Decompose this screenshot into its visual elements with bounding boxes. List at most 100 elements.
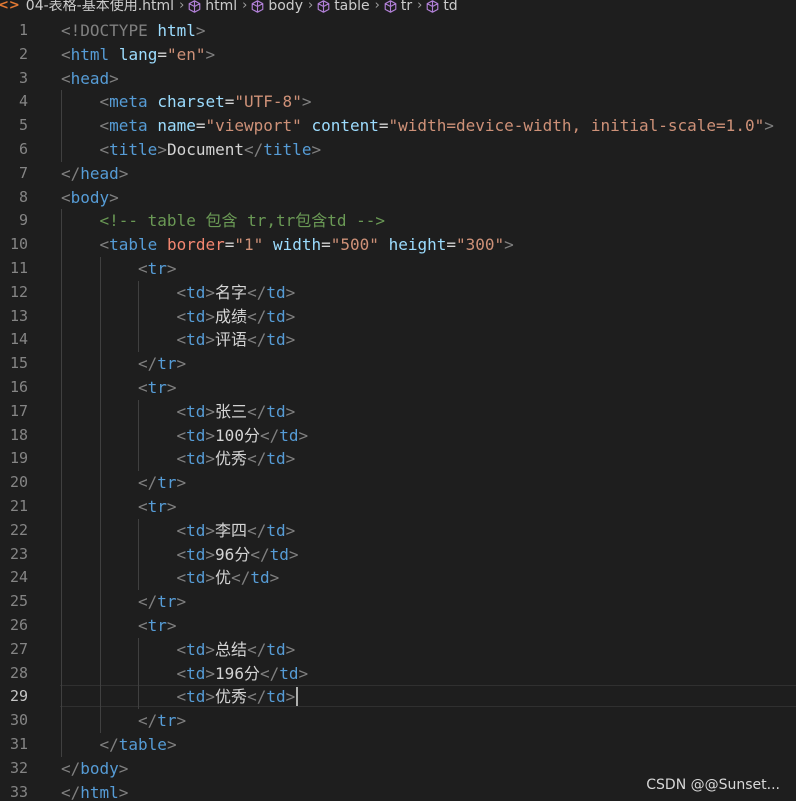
code-token: </	[61, 782, 81, 801]
line-number: 30	[9, 711, 28, 730]
code-line[interactable]: 24 <td>优</td>	[0, 566, 796, 590]
code-content: <table border="1" width="500" height="30…	[100, 233, 514, 257]
code-token: >	[205, 520, 216, 540]
code-token: </	[244, 140, 264, 159]
code-token: <	[138, 497, 148, 516]
code-token: td	[266, 449, 286, 469]
code-line[interactable]: 25 </tr>	[0, 590, 796, 614]
code-line[interactable]: 16 <tr>	[0, 376, 796, 400]
code-token: meta	[109, 92, 148, 112]
code-token: <	[176, 449, 187, 469]
code-line[interactable]: 18 <td>100分</td>	[0, 424, 796, 448]
code-token: >	[176, 711, 187, 731]
code-line[interactable]: 27 <td>总结</td>	[0, 638, 796, 662]
code-token: >	[205, 401, 216, 421]
breadcrumb-item-tr[interactable]: tr	[384, 0, 412, 13]
code-token: tr	[157, 354, 177, 374]
code-token: td	[186, 663, 206, 683]
code-content: <html lang="en">	[61, 43, 215, 67]
code-token: >	[166, 616, 177, 635]
code-token: body	[80, 758, 119, 778]
code-token: head	[80, 163, 119, 183]
breadcrumb-item-body[interactable]: body	[251, 0, 303, 13]
code-line[interactable]: 5 <meta name="viewport" content="width=de…	[0, 114, 796, 138]
breadcrumb-item-label: table	[334, 0, 370, 14]
line-number: 19	[9, 449, 28, 468]
symbol-element-icon	[251, 0, 264, 13]
code-editor[interactable]: 1 <!DOCTYPE html> 2 <html lang="en"> 3 <head>…	[0, 19, 796, 801]
code-token: td	[186, 568, 206, 588]
breadcrumb-item-table[interactable]: table	[317, 0, 370, 14]
code-line[interactable]: 3 <head>	[0, 67, 796, 91]
code-line[interactable]: 28 <td>196分</td>	[0, 662, 796, 686]
code-content: <meta charset="UTF-8">	[100, 90, 312, 114]
code-line[interactable]: 6 <title>Document</title>	[0, 138, 796, 162]
code-line[interactable]: 30 </tr>	[0, 709, 796, 733]
code-line[interactable]: 22 <td>李四</td>	[0, 519, 796, 543]
code-token: 张三	[215, 401, 248, 421]
code-token: =	[446, 235, 456, 255]
code-token: head	[70, 68, 110, 88]
code-line[interactable]: 14 <td>评语</td>	[0, 328, 796, 352]
code-line[interactable]: 20 </tr>	[0, 471, 796, 495]
code-token: td	[186, 520, 206, 540]
line-number: 18	[9, 425, 28, 444]
code-content: <td>96分</td>	[177, 543, 299, 567]
line-number: 31	[9, 735, 28, 753]
code-line[interactable]: 1 <!DOCTYPE html>	[0, 19, 796, 43]
code-token: 100分	[215, 425, 260, 445]
code-line[interactable]: 9 <!-- table 包含 tr,tr包含td -->	[0, 209, 796, 233]
line-number: 3	[18, 68, 28, 87]
line-number: 6	[18, 140, 28, 158]
code-line[interactable]: 10 <table border="1" width="500" height="…	[0, 233, 796, 257]
line-number: 15	[9, 354, 28, 373]
code-line[interactable]: 12 <td>名字</td>	[0, 281, 796, 305]
code-line[interactable]: 7 </head>	[0, 162, 796, 186]
breadcrumb-item-label: td	[443, 0, 458, 14]
code-token: </	[259, 425, 280, 445]
code-content: </body>	[61, 757, 128, 781]
code-line[interactable]: 13 <td>成绩</td>	[0, 305, 796, 329]
code-line[interactable]: 29 <td>优秀</td>	[0, 685, 796, 709]
breadcrumb-item-label: html	[205, 0, 238, 14]
html-file-icon: <>	[0, 0, 20, 13]
code-content: <td>优秀</td>	[177, 685, 299, 709]
code-line[interactable]: 2 <html lang="en">	[0, 43, 796, 67]
line-number: 12	[9, 282, 28, 301]
code-line[interactable]: 21 <tr>	[0, 495, 796, 519]
code-line[interactable]: 19 <td>优秀</td>	[0, 447, 796, 471]
breadcrumb-item-html[interactable]: html	[188, 0, 237, 13]
current-line-highlight	[60, 685, 796, 708]
code-token: <	[61, 44, 71, 64]
code-token: </	[138, 711, 158, 731]
code-token: td	[279, 663, 299, 683]
code-line[interactable]: 8 <body>	[0, 186, 796, 210]
code-token: >	[166, 735, 177, 754]
code-token: >	[118, 782, 129, 801]
code-token: >	[166, 378, 177, 397]
breadcrumb-item-td[interactable]: td	[426, 0, 458, 14]
code-line[interactable]: 23 <td>96分</td>	[0, 543, 796, 567]
code-token: </	[259, 663, 280, 683]
code-line[interactable]: 15 </tr>	[0, 352, 796, 376]
code-line[interactable]: 17 <td>张三</td>	[0, 400, 796, 424]
code-token: </	[138, 592, 158, 612]
code-line[interactable]: 31 </table>	[0, 733, 796, 757]
code-token: =	[157, 44, 167, 64]
chevron-right-icon: ›	[307, 0, 314, 13]
indent-guide	[138, 280, 139, 353]
code-line[interactable]: 11 <tr>	[0, 257, 796, 281]
code-token: td	[186, 330, 206, 350]
code-token: >	[288, 544, 299, 564]
code-line[interactable]: 26 <tr>	[0, 614, 796, 638]
line-number: 26	[9, 616, 28, 634]
code-token: td	[266, 401, 286, 421]
code-content: <td>优</td>	[177, 566, 280, 590]
code-line[interactable]: 4 <meta charset="UTF-8">	[0, 90, 796, 114]
code-token: td	[266, 282, 286, 302]
code-content: </tr>	[138, 709, 186, 733]
breadcrumb-file[interactable]: <> 04-表格-基本使用.html	[0, 0, 174, 13]
